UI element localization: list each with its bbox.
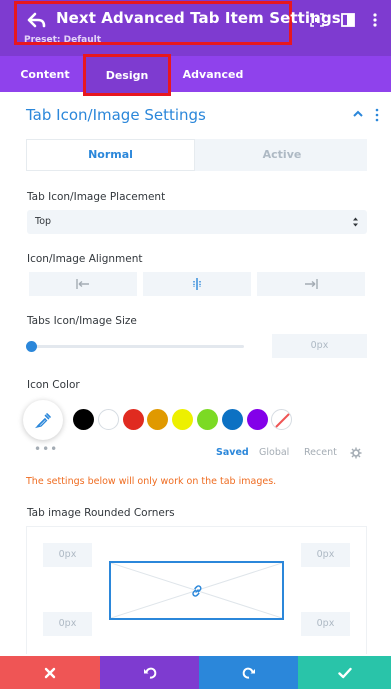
color-swatch[interactable] [221, 409, 243, 430]
align-left-button[interactable] [29, 272, 137, 296]
modal-header: Preset: Default Next Advanced Tab Item S… [0, 0, 391, 56]
undo-icon [143, 667, 156, 679]
corner-top-left-input[interactable]: 0px [43, 543, 92, 567]
corner-preview [109, 561, 284, 620]
size-input[interactable]: 0px [272, 334, 367, 358]
color-swatch[interactable] [97, 409, 119, 430]
corner-bottom-left-input[interactable]: 0px [43, 612, 92, 636]
split-view-icon[interactable] [340, 12, 356, 28]
palette-tab-recent[interactable]: Recent [304, 447, 337, 458]
size-slider-track[interactable] [32, 345, 244, 348]
modal-title: Next Advanced Tab Item Settings [56, 9, 341, 27]
settings-modal: Preset: Default Next Advanced Tab Item S… [0, 0, 391, 689]
align-right-button[interactable] [257, 272, 365, 296]
color-swatch[interactable] [122, 409, 144, 430]
undo-button[interactable] [100, 656, 199, 689]
color-swatch[interactable] [197, 409, 218, 430]
align-center-button[interactable] [143, 272, 251, 296]
fullscreen-icon[interactable] [309, 12, 325, 28]
action-bar [0, 656, 391, 689]
more-colors-icon[interactable]: ••• [34, 443, 58, 455]
placement-value: Top [35, 216, 52, 227]
placement-select[interactable]: Top [27, 210, 367, 234]
palette-tab-saved[interactable]: Saved [216, 447, 249, 458]
align-left-icon [76, 279, 89, 289]
color-swatch[interactable] [147, 409, 169, 430]
size-label: Tabs Icon/Image Size [27, 315, 137, 327]
align-right-icon [305, 279, 318, 289]
section-menu-icon[interactable] [374, 108, 380, 122]
alignment-label: Icon/Image Alignment [27, 253, 143, 265]
redo-icon [242, 667, 255, 679]
cancel-button[interactable] [0, 656, 100, 689]
tab-advanced[interactable]: Advanced [177, 56, 249, 92]
section-title[interactable]: Tab Icon/Image Settings [26, 106, 206, 124]
settings-tabs: Content Design Advanced [0, 54, 391, 96]
tab-design[interactable]: Design [83, 54, 171, 96]
state-normal-tab[interactable]: Normal [26, 139, 195, 171]
eyedropper-icon [35, 413, 51, 429]
check-icon [337, 667, 352, 678]
notice-text: The settings below will only work on the… [26, 476, 277, 487]
color-swatch[interactable] [73, 409, 94, 430]
tab-content[interactable]: Content [12, 56, 78, 92]
close-icon [44, 667, 56, 678]
rounded-corners-label: Tab image Rounded Corners [27, 507, 175, 519]
size-slider-thumb[interactable] [26, 341, 37, 352]
color-swatch[interactable] [246, 409, 268, 430]
swatch-transparent[interactable] [271, 409, 293, 430]
corner-bottom-right-input[interactable]: 0px [301, 612, 350, 636]
link-corners-icon[interactable] [190, 584, 204, 598]
redo-button[interactable] [199, 656, 298, 689]
state-active-tab[interactable]: Active [197, 139, 367, 171]
color-picker-button[interactable] [23, 400, 63, 440]
more-options-icon[interactable] [367, 12, 383, 28]
placement-label: Tab Icon/Image Placement [27, 191, 166, 203]
icon-color-label: Icon Color [27, 379, 80, 391]
palette-settings-gear-icon[interactable] [350, 447, 362, 459]
corner-top-right-input[interactable]: 0px [301, 543, 350, 567]
save-button[interactable] [298, 656, 391, 689]
chevron-up-icon[interactable] [352, 109, 364, 119]
state-toggle: Normal Active [26, 139, 367, 171]
palette-tab-global[interactable]: Global [259, 447, 289, 458]
select-arrows-icon [353, 217, 358, 227]
color-swatch[interactable] [172, 409, 194, 430]
align-center-icon [193, 278, 201, 290]
back-arrow-icon[interactable] [27, 10, 47, 30]
